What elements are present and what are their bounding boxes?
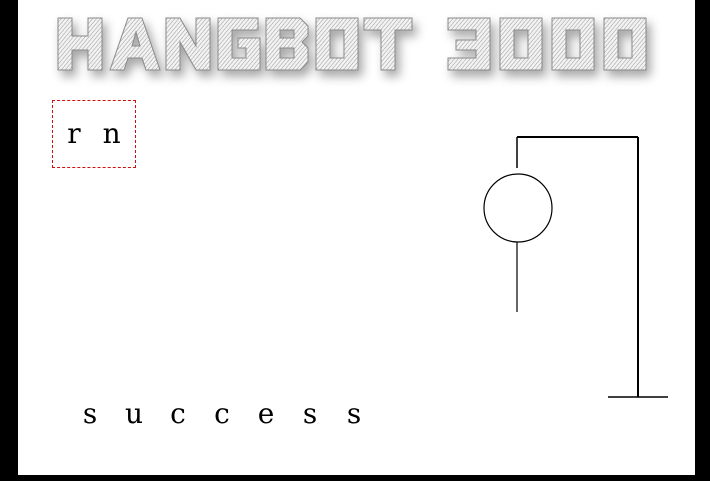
word-letter: s: [302, 397, 318, 430]
hangman-head: [483, 173, 553, 243]
word-letter: c: [214, 397, 230, 430]
secret-word: s u c c e s s: [68, 400, 376, 428]
word-letter: c: [170, 397, 186, 430]
word-letter: s: [346, 397, 362, 430]
word-letter: u: [124, 397, 144, 430]
word-letter: s: [82, 397, 98, 430]
word-letter: e: [257, 397, 275, 430]
game-stage: r n s u c c e s s: [18, 0, 695, 475]
